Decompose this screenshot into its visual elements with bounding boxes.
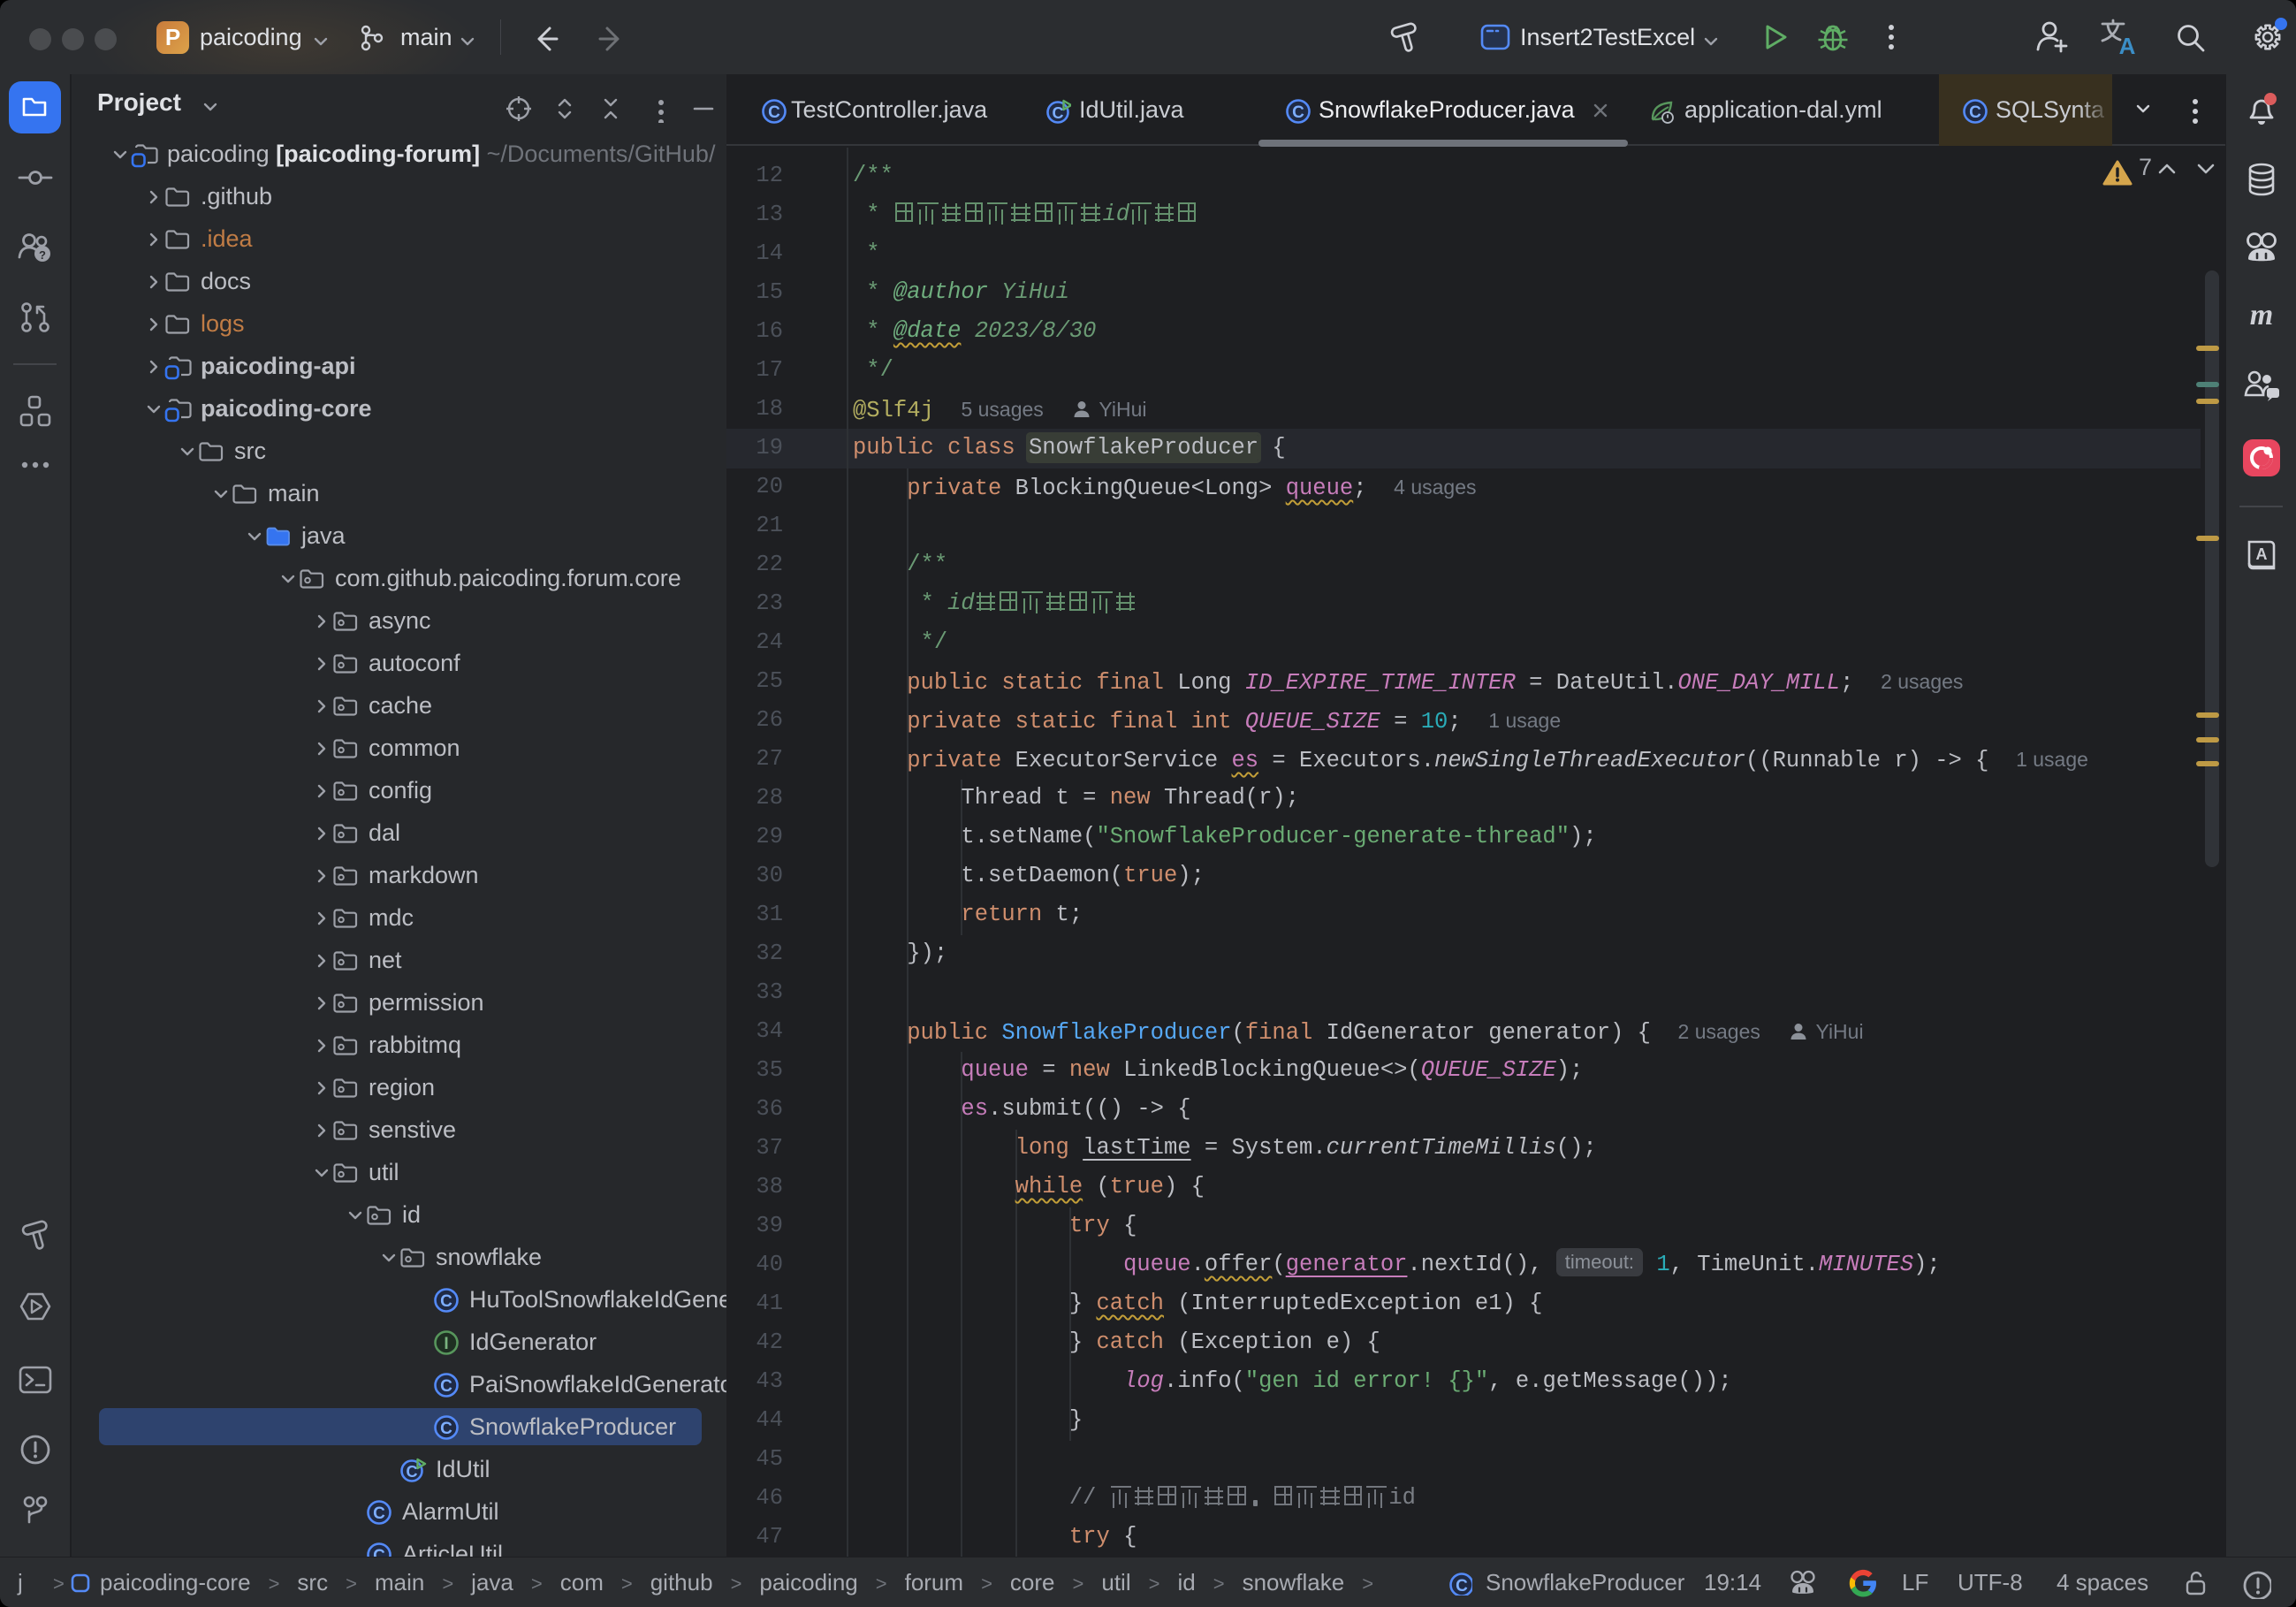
svg-text:C: C bbox=[440, 1420, 452, 1438]
svg-text:?: ? bbox=[39, 248, 46, 262]
svg-text:C: C bbox=[407, 1463, 418, 1481]
svg-text:C: C bbox=[1292, 103, 1304, 122]
svg-text:C: C bbox=[373, 1547, 385, 1557]
svg-text:C: C bbox=[440, 1377, 452, 1396]
svg-text:C: C bbox=[373, 1504, 385, 1523]
svg-text:C: C bbox=[1969, 103, 1981, 122]
svg-text:C: C bbox=[768, 103, 780, 122]
svg-text:A: A bbox=[2119, 33, 2136, 57]
svg-text:C: C bbox=[1053, 104, 1064, 122]
svg-text:C: C bbox=[1456, 1577, 1468, 1596]
svg-text:m: m bbox=[2249, 299, 2272, 331]
svg-text:I: I bbox=[444, 1335, 448, 1353]
svg-text:C: C bbox=[440, 1292, 452, 1311]
svg-text:A: A bbox=[2255, 545, 2267, 563]
